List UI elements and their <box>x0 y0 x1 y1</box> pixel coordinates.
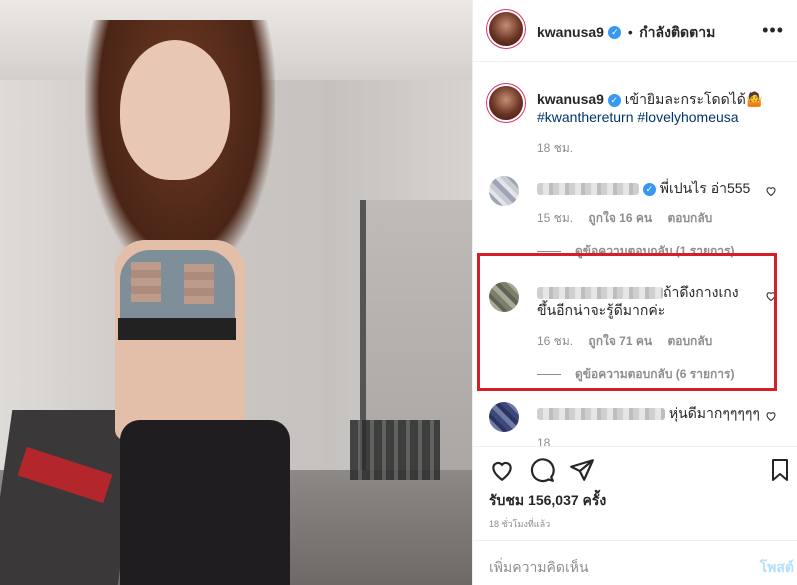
instagram-post-view: kwanusa9 ✓ • กำลังติดตาม ••• kwanusa9 ✓ … <box>0 0 797 585</box>
more-horizontal-icon[interactable]: ••• <box>762 20 784 41</box>
separator: • <box>627 24 633 40</box>
caption-text: เข้ายิมละกระโดดได้🤷 <box>624 91 764 107</box>
bookmark-icon[interactable] <box>768 457 792 483</box>
comment-input[interactable]: เพิ่มความคิดเห็น <box>489 557 589 579</box>
heart-icon[interactable] <box>765 410 777 422</box>
comment-text: หุ่นดีมากๆๆๆๆๆ <box>668 405 760 421</box>
heart-icon[interactable] <box>489 457 515 483</box>
comment-text: พี่เปนไร อ่า555 <box>659 180 751 196</box>
follow-status[interactable]: กำลังติดตาม <box>639 24 715 40</box>
censor-mosaic <box>184 264 214 304</box>
comment-likes[interactable]: ถูกใจ 16 คน <box>588 211 652 225</box>
post-timestamp: 18 ชั่วโมงที่แล้ว <box>489 519 551 529</box>
post-video[interactable] <box>0 0 472 585</box>
highlight-annotation-box <box>477 253 777 391</box>
view-count[interactable]: รับชม 156,037 ครั้ง <box>489 490 606 512</box>
verified-badge-icon: ✓ <box>642 182 656 196</box>
heart-icon[interactable] <box>765 185 777 197</box>
redacted-username <box>537 408 665 421</box>
share-icon[interactable] <box>569 457 595 483</box>
video-subject <box>0 0 472 585</box>
post-header: kwanusa9 ✓ • กำลังติดตาม ••• <box>473 0 797 62</box>
censor-mosaic <box>131 262 161 302</box>
comment-time: 15 ชม. <box>537 211 574 225</box>
caption-time: 18 ชม. <box>537 141 574 155</box>
comment-icon[interactable] <box>529 457 555 483</box>
caption-username[interactable]: kwanusa9 <box>537 91 604 107</box>
caption-avatar[interactable] <box>489 86 523 120</box>
avatar[interactable] <box>489 402 519 432</box>
header-username[interactable]: kwanusa9 <box>537 24 604 40</box>
verified-badge-icon: ✓ <box>608 26 622 40</box>
add-comment-bar: เพิ่มความคิดเห็น โพสต์ <box>473 540 797 585</box>
comment-3: หุ่นดีมากๆๆๆๆๆ <box>537 403 760 425</box>
avatar[interactable] <box>489 176 519 206</box>
verified-badge-icon: ✓ <box>607 93 621 107</box>
reply-button[interactable]: ตอบกลับ <box>667 211 712 225</box>
post-comment-button[interactable]: โพสต์ <box>760 557 794 579</box>
avatar[interactable] <box>489 12 523 46</box>
caption-hashtags[interactable]: #kwanthereturn #lovelyhomeusa <box>537 109 739 125</box>
comment-1: ✓ พี่เปนไร อ่า555 <box>537 178 750 200</box>
redacted-username <box>537 183 639 196</box>
